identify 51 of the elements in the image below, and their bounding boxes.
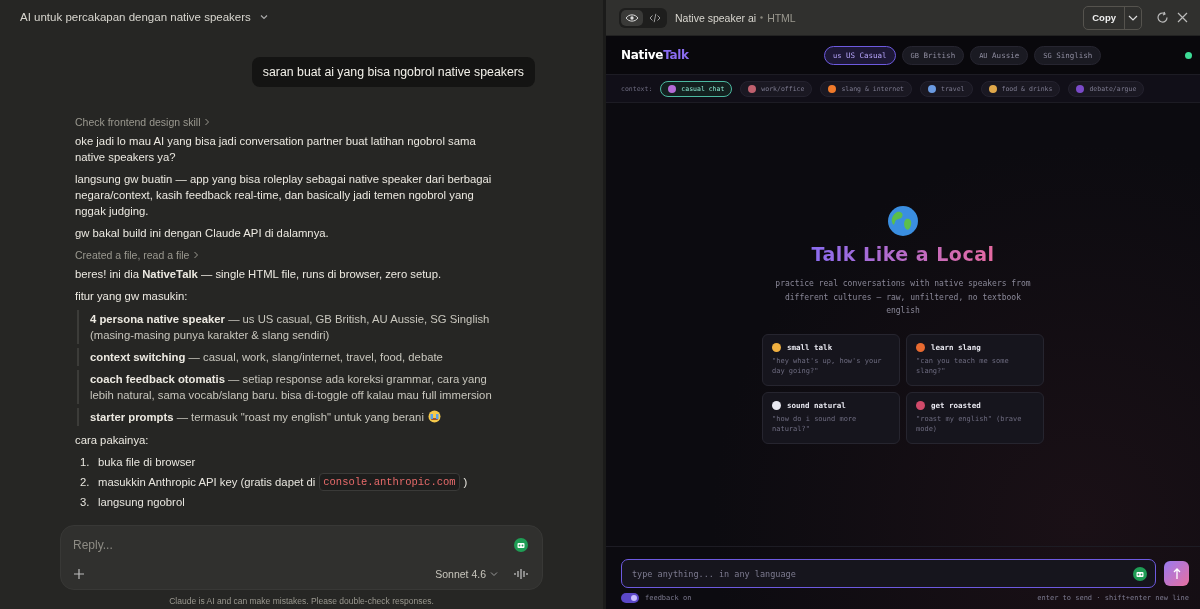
list-number: 2. [80,475,91,490]
code-icon [649,12,661,23]
voice-icon[interactable] [514,568,528,580]
arrow-up-icon [1172,567,1181,580]
user-message: saran buat ai yang bisa ngobrol native speakers [251,57,535,87]
feature-item: context switching — casual, work, slang/internet, travel, food, debate [77,348,495,366]
disclaimer: Claude is AI and can make mistakes. Please double-check responses. [168,595,435,608]
model-selector[interactable]: Sonnet 4.6 [429,567,504,581]
response-paragraph: cara pakainya: [75,433,150,448]
feature-item: starter prompts — termasuk "roast my english" untuk yang berani [77,408,495,426]
message-field[interactable]: type anything... in any language [621,559,1156,588]
step-link[interactable]: Check frontend design skill [75,114,201,130]
list-number: 3. [80,495,91,510]
send-button[interactable] [1164,561,1189,586]
step-link[interactable]: Created a file, read a file [75,247,190,263]
conversation-title[interactable]: AI untuk percakapan dengan native speakers [20,10,251,23]
feedback-toggle[interactable] [621,593,639,603]
app-logo: NativeTalk [621,48,690,62]
response-paragraph: langsung gw buatin — app yang bisa roleplay sebagai native speaker dari berbagai negara/context, kasih feedback real-time, dan basically jadi temen ngobrol yang nggak judging. [75,172,493,219]
list-item-text: buka file di browser [98,455,196,470]
copy-button[interactable]: Copy [1084,6,1125,29]
robot-icon [514,538,528,552]
refresh-icon[interactable] [1156,11,1169,24]
feature-item: 4 persona native speaker — us US casual, GB British, AU Aussie, SG Singlish (masing-masing punya karakter & slang sendiri) [77,310,495,344]
chevron-down-icon [490,571,498,577]
separator-dot-icon [760,16,764,19]
message-input[interactable]: type anything... in any language [630,567,1133,580]
eye-icon [625,12,639,23]
preview-tab[interactable] [621,9,643,26]
artifact-type: HTML [767,11,796,24]
status-dot-icon [1185,51,1192,59]
reply-field[interactable]: Reply... [73,534,504,556]
response-paragraph: gw bakal build ini dengan Claude API di dalamnya. [75,226,330,241]
response-paragraph: oke jadi lo mau AI yang bisa jadi conversation partner buat latihan ngobrol sama native speakers ya? [75,134,477,165]
chevron-right-icon [193,251,200,259]
feature-item: coach feedback otomatis — setiap response ada koreksi grammar, cara yang lebih natural, sama vocab/slang baru. bisa di-toggle off kalau mau full immersion [77,370,495,404]
robot-icon [1133,566,1147,581]
list-item-text: masukkin Anthropic API key (gratis dapet di [98,475,316,490]
reply-box[interactable]: Reply... Sonnet 4.6 [60,525,543,590]
inline-code: console.anthropic.com [319,473,460,491]
globe-icon [887,205,919,237]
close-icon[interactable] [1177,12,1188,23]
response-paragraph: fitur yang gw masukin: [75,289,189,304]
response-paragraph: beres! ini dia NativeTalk — single HTML file, runs di browser, zero setup. [75,267,443,282]
plus-icon[interactable] [73,568,85,580]
artifact-title: Native speaker ai [675,11,757,24]
list-item-text: langsung ngobrol [98,495,185,510]
list-number: 1. [80,455,91,470]
chevron-right-icon [204,118,211,126]
hero-subtitle: practice real conversations with native speakers from different cultures — raw, unfiltered, no textbook english [774,278,1032,317]
list-item-text: ) [463,475,468,490]
